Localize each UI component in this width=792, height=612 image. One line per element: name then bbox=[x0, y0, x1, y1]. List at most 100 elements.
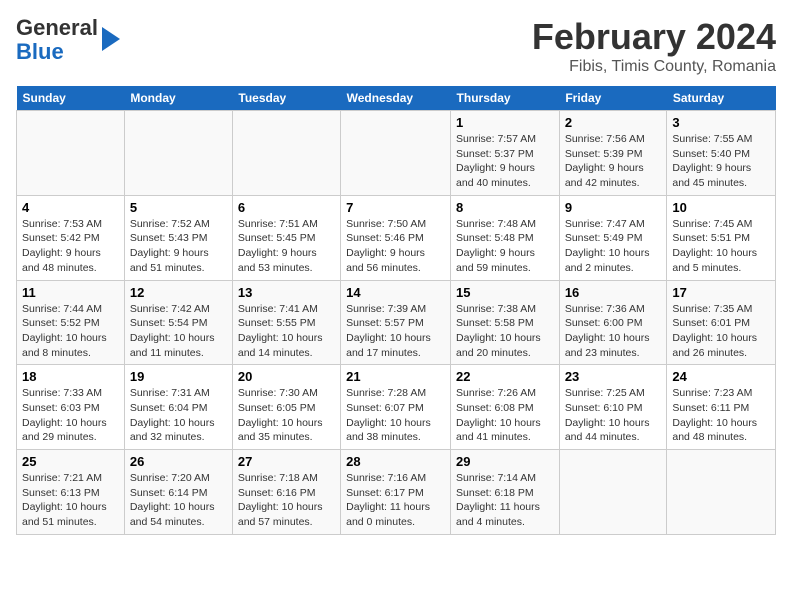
day-number: 18 bbox=[22, 369, 119, 384]
day-info: Sunrise: 7:26 AM Sunset: 6:08 PM Dayligh… bbox=[456, 387, 541, 443]
calendar-cell bbox=[559, 450, 667, 535]
day-info: Sunrise: 7:47 AM Sunset: 5:49 PM Dayligh… bbox=[565, 218, 650, 274]
day-number: 6 bbox=[238, 200, 335, 215]
day-info: Sunrise: 7:21 AM Sunset: 6:13 PM Dayligh… bbox=[22, 472, 107, 528]
calendar-cell: 9 Sunrise: 7:47 AM Sunset: 5:49 PM Daylig… bbox=[559, 195, 667, 280]
day-info: Sunrise: 7:53 AM Sunset: 5:42 PM Dayligh… bbox=[22, 218, 102, 274]
calendar-cell: 11 Sunrise: 7:44 AM Sunset: 5:52 PM Dayli… bbox=[17, 280, 125, 365]
day-number: 28 bbox=[346, 454, 445, 469]
header-tuesday: Tuesday bbox=[232, 86, 340, 111]
header-sunday: Sunday bbox=[17, 86, 125, 111]
day-number: 13 bbox=[238, 285, 335, 300]
day-number: 15 bbox=[456, 285, 554, 300]
day-info: Sunrise: 7:38 AM Sunset: 5:58 PM Dayligh… bbox=[456, 303, 541, 359]
header-wednesday: Wednesday bbox=[341, 86, 451, 111]
calendar-cell: 5 Sunrise: 7:52 AM Sunset: 5:43 PM Daylig… bbox=[124, 195, 232, 280]
header-monday: Monday bbox=[124, 86, 232, 111]
day-number: 11 bbox=[22, 285, 119, 300]
calendar-cell: 14 Sunrise: 7:39 AM Sunset: 5:57 PM Dayli… bbox=[341, 280, 451, 365]
calendar-cell: 8 Sunrise: 7:48 AM Sunset: 5:48 PM Daylig… bbox=[451, 195, 560, 280]
day-number: 1 bbox=[456, 115, 554, 130]
calendar-week-3: 11 Sunrise: 7:44 AM Sunset: 5:52 PM Dayli… bbox=[17, 280, 776, 365]
day-info: Sunrise: 7:20 AM Sunset: 6:14 PM Dayligh… bbox=[130, 472, 215, 528]
calendar-cell bbox=[232, 111, 340, 196]
day-info: Sunrise: 7:30 AM Sunset: 6:05 PM Dayligh… bbox=[238, 387, 323, 443]
calendar-cell: 3 Sunrise: 7:55 AM Sunset: 5:40 PM Daylig… bbox=[667, 111, 776, 196]
day-info: Sunrise: 7:25 AM Sunset: 6:10 PM Dayligh… bbox=[565, 387, 650, 443]
calendar-cell: 7 Sunrise: 7:50 AM Sunset: 5:46 PM Daylig… bbox=[341, 195, 451, 280]
logo-triangle-icon bbox=[102, 27, 120, 51]
calendar-cell: 1 Sunrise: 7:57 AM Sunset: 5:37 PM Daylig… bbox=[451, 111, 560, 196]
day-number: 14 bbox=[346, 285, 445, 300]
day-info: Sunrise: 7:39 AM Sunset: 5:57 PM Dayligh… bbox=[346, 303, 431, 359]
calendar-cell: 13 Sunrise: 7:41 AM Sunset: 5:55 PM Dayli… bbox=[232, 280, 340, 365]
main-title: February 2024 bbox=[532, 16, 776, 58]
day-info: Sunrise: 7:23 AM Sunset: 6:11 PM Dayligh… bbox=[672, 387, 757, 443]
calendar-cell: 4 Sunrise: 7:53 AM Sunset: 5:42 PM Daylig… bbox=[17, 195, 125, 280]
day-info: Sunrise: 7:41 AM Sunset: 5:55 PM Dayligh… bbox=[238, 303, 323, 359]
calendar-cell bbox=[667, 450, 776, 535]
day-info: Sunrise: 7:55 AM Sunset: 5:40 PM Dayligh… bbox=[672, 133, 752, 189]
calendar-cell: 23 Sunrise: 7:25 AM Sunset: 6:10 PM Dayli… bbox=[559, 365, 667, 450]
logo: General Blue bbox=[16, 16, 120, 64]
calendar-header-row: SundayMondayTuesdayWednesdayThursdayFrid… bbox=[17, 86, 776, 111]
day-number: 19 bbox=[130, 369, 227, 384]
calendar-cell: 19Sunrise: 7:31 AM Sunset: 6:04 PM Dayli… bbox=[124, 365, 232, 450]
day-number: 12 bbox=[130, 285, 227, 300]
calendar-cell: 26 Sunrise: 7:20 AM Sunset: 6:14 PM Dayli… bbox=[124, 450, 232, 535]
day-info: Sunrise: 7:52 AM Sunset: 5:43 PM Dayligh… bbox=[130, 218, 210, 274]
day-number: 26 bbox=[130, 454, 227, 469]
calendar-cell: 15 Sunrise: 7:38 AM Sunset: 5:58 PM Dayli… bbox=[451, 280, 560, 365]
calendar-cell: 10Sunrise: 7:45 AM Sunset: 5:51 PM Dayli… bbox=[667, 195, 776, 280]
day-info: Sunrise: 7:50 AM Sunset: 5:46 PM Dayligh… bbox=[346, 218, 426, 274]
day-number: 27 bbox=[238, 454, 335, 469]
day-info: Sunrise: 7:42 AM Sunset: 5:54 PM Dayligh… bbox=[130, 303, 215, 359]
logo-general: General bbox=[16, 15, 98, 40]
day-info: Sunrise: 7:45 AM Sunset: 5:51 PM Dayligh… bbox=[672, 218, 757, 274]
day-number: 17 bbox=[672, 285, 770, 300]
day-number: 4 bbox=[22, 200, 119, 215]
day-number: 2 bbox=[565, 115, 662, 130]
day-number: 5 bbox=[130, 200, 227, 215]
day-number: 3 bbox=[672, 115, 770, 130]
day-info: Sunrise: 7:57 AM Sunset: 5:37 PM Dayligh… bbox=[456, 133, 536, 189]
header-saturday: Saturday bbox=[667, 86, 776, 111]
calendar-cell: 2 Sunrise: 7:56 AM Sunset: 5:39 PM Daylig… bbox=[559, 111, 667, 196]
calendar-cell: 27 Sunrise: 7:18 AM Sunset: 6:16 PM Dayli… bbox=[232, 450, 340, 535]
header: General Blue February 2024 Fibis, Timis … bbox=[16, 16, 776, 76]
day-number: 22 bbox=[456, 369, 554, 384]
calendar-cell bbox=[341, 111, 451, 196]
calendar-cell: 12 Sunrise: 7:42 AM Sunset: 5:54 PM Dayli… bbox=[124, 280, 232, 365]
day-info: Sunrise: 7:16 AM Sunset: 6:17 PM Dayligh… bbox=[346, 472, 430, 528]
day-info: Sunrise: 7:44 AM Sunset: 5:52 PM Dayligh… bbox=[22, 303, 107, 359]
day-info: Sunrise: 7:48 AM Sunset: 5:48 PM Dayligh… bbox=[456, 218, 536, 274]
calendar-cell: 29Sunrise: 7:14 AM Sunset: 6:18 PM Dayli… bbox=[451, 450, 560, 535]
calendar-cell: 17 Sunrise: 7:35 AM Sunset: 6:01 PM Dayli… bbox=[667, 280, 776, 365]
day-number: 9 bbox=[565, 200, 662, 215]
calendar-cell bbox=[17, 111, 125, 196]
calendar-cell: 18 Sunrise: 7:33 AM Sunset: 6:03 PM Dayli… bbox=[17, 365, 125, 450]
calendar-cell: 6 Sunrise: 7:51 AM Sunset: 5:45 PM Daylig… bbox=[232, 195, 340, 280]
calendar-cell: 28 Sunrise: 7:16 AM Sunset: 6:17 PM Dayli… bbox=[341, 450, 451, 535]
day-info: Sunrise: 7:56 AM Sunset: 5:39 PM Dayligh… bbox=[565, 133, 645, 189]
day-number: 8 bbox=[456, 200, 554, 215]
day-info: Sunrise: 7:51 AM Sunset: 5:45 PM Dayligh… bbox=[238, 218, 318, 274]
header-friday: Friday bbox=[559, 86, 667, 111]
day-info: Sunrise: 7:14 AM Sunset: 6:18 PM Dayligh… bbox=[456, 472, 540, 528]
day-number: 23 bbox=[565, 369, 662, 384]
calendar-cell: 21Sunrise: 7:28 AM Sunset: 6:07 PM Dayli… bbox=[341, 365, 451, 450]
day-info: Sunrise: 7:35 AM Sunset: 6:01 PM Dayligh… bbox=[672, 303, 757, 359]
calendar-week-5: 25Sunrise: 7:21 AM Sunset: 6:13 PM Dayli… bbox=[17, 450, 776, 535]
sub-title: Fibis, Timis County, Romania bbox=[532, 58, 776, 76]
calendar-cell bbox=[124, 111, 232, 196]
day-number: 7 bbox=[346, 200, 445, 215]
calendar-week-1: 1 Sunrise: 7:57 AM Sunset: 5:37 PM Daylig… bbox=[17, 111, 776, 196]
day-info: Sunrise: 7:33 AM Sunset: 6:03 PM Dayligh… bbox=[22, 387, 107, 443]
day-info: Sunrise: 7:18 AM Sunset: 6:16 PM Dayligh… bbox=[238, 472, 323, 528]
day-number: 16 bbox=[565, 285, 662, 300]
day-info: Sunrise: 7:28 AM Sunset: 6:07 PM Dayligh… bbox=[346, 387, 431, 443]
logo-blue: Blue bbox=[16, 39, 64, 64]
calendar-week-4: 18 Sunrise: 7:33 AM Sunset: 6:03 PM Dayli… bbox=[17, 365, 776, 450]
calendar-cell: 24Sunrise: 7:23 AM Sunset: 6:11 PM Dayli… bbox=[667, 365, 776, 450]
calendar-table: SundayMondayTuesdayWednesdayThursdayFrid… bbox=[16, 86, 776, 535]
